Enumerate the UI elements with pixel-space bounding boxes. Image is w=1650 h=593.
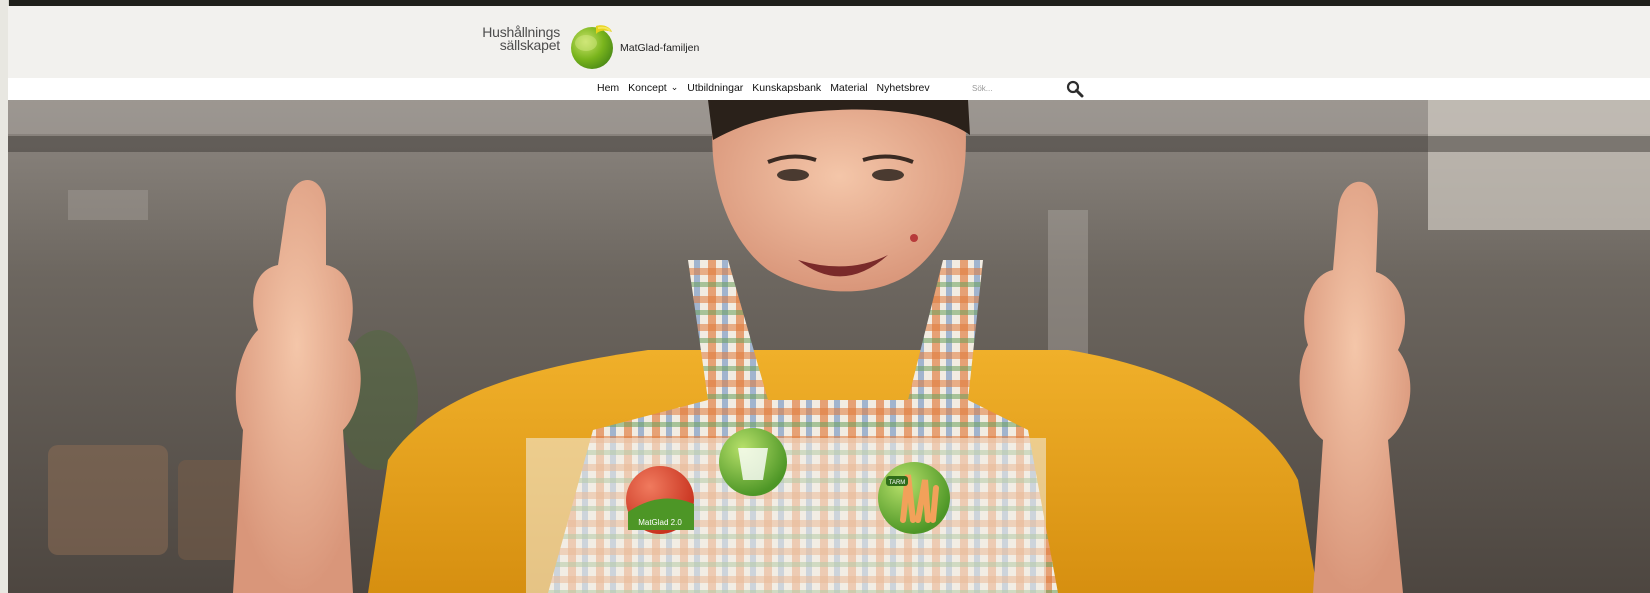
site-logo[interactable]: Hushållnings sällskapet MatGlad-familjen bbox=[480, 22, 710, 78]
nav-item-hem[interactable]: Hem bbox=[597, 82, 619, 94]
nav-item-nyhetsbrev[interactable]: Nyhetsbrev bbox=[877, 82, 930, 94]
search-icon[interactable] bbox=[1066, 80, 1084, 98]
nav-item-koncept-label: Koncept bbox=[628, 82, 667, 94]
site-name: MatGlad-familjen bbox=[620, 42, 700, 54]
main-navigation: Hem Koncept ⌄ Utbildningar Kunskapsbank M… bbox=[8, 78, 1650, 100]
hero-image: MatGlad 2.0 TARM bbox=[8, 100, 1650, 593]
org-name-line-2: sällskapet bbox=[499, 37, 560, 53]
nav-item-material[interactable]: Material bbox=[830, 82, 867, 94]
nav-list: Hem Koncept ⌄ Utbildningar Kunskapsbank M… bbox=[597, 82, 930, 94]
search-input[interactable] bbox=[968, 81, 1068, 95]
badge-garden bbox=[719, 428, 787, 496]
org-name: Hushållnings sällskapet bbox=[480, 25, 560, 53]
nav-item-kunskapsbank[interactable]: Kunskapsbank bbox=[752, 82, 821, 94]
nav-item-koncept[interactable]: Koncept ⌄ bbox=[628, 82, 678, 94]
badge-matglad-label: MatGlad 2.0 bbox=[638, 518, 682, 527]
logo-circle-icon bbox=[571, 25, 613, 69]
nav-item-utbildningar[interactable]: Utbildningar bbox=[687, 82, 743, 94]
badge-tarm-label: TARM bbox=[889, 480, 906, 486]
hero-banner: MatGlad 2.0 TARM bbox=[8, 100, 1650, 593]
site-header: Hushållnings sällskapet MatGlad-familjen bbox=[8, 6, 1650, 78]
badge-tarm: TARM bbox=[878, 462, 950, 534]
chevron-down-icon: ⌄ bbox=[670, 82, 679, 92]
badge-matglad: MatGlad 2.0 bbox=[626, 466, 694, 534]
